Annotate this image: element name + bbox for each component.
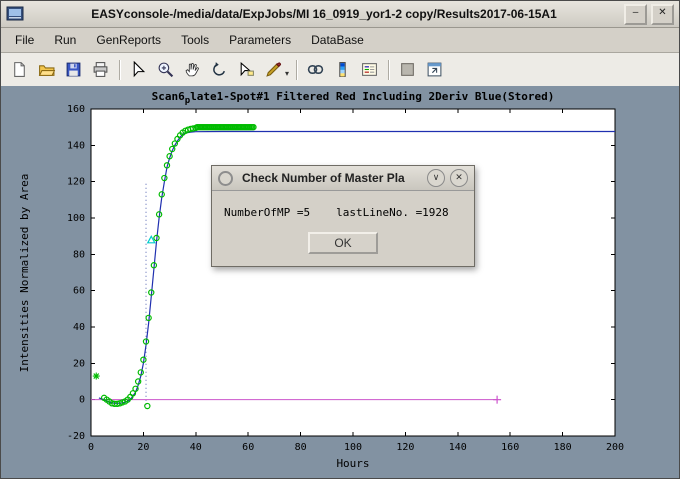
dialog-body: NumberOfMP =5 lastLineNo. =1928 OK <box>212 191 474 266</box>
dock-figure-icon[interactable] <box>421 56 448 83</box>
dialog-chevron-button[interactable]: ∨ <box>427 169 445 187</box>
svg-text:140: 140 <box>449 442 467 453</box>
window-title: EASYconsole-/media/data/ExpJobs/MI 16_09… <box>28 7 620 21</box>
dialog-app-icon <box>218 171 233 186</box>
dialog-titlebar[interactable]: Check Number of Master Pla ∨ ✕ <box>212 166 474 191</box>
svg-text:20: 20 <box>137 442 149 453</box>
svg-text:100: 100 <box>344 442 362 453</box>
svg-text:40: 40 <box>73 322 85 333</box>
shade-button[interactable]: – <box>624 4 647 25</box>
svg-text:180: 180 <box>554 442 572 453</box>
colorbar-icon[interactable] <box>329 56 356 83</box>
menu-item-run[interactable]: Run <box>44 30 86 50</box>
toolbar-separator <box>388 60 389 80</box>
menu-item-database[interactable]: DataBase <box>301 30 374 50</box>
svg-text:80: 80 <box>295 442 307 453</box>
plot-title: Scan6plate1-Spot#1 Filtered Red Includin… <box>91 90 615 106</box>
plot-canvas: 020406080100120140160180200-200204060801… <box>1 86 680 479</box>
dialog-close-button[interactable]: ✕ <box>450 169 468 187</box>
x-axis-label: Hours <box>91 457 615 470</box>
toolbar-separator <box>296 60 297 80</box>
app-window: EASYconsole-/media/data/ExpJobs/MI 16_09… <box>0 0 680 479</box>
toolbar-separator <box>119 60 120 80</box>
toolbar: ▾ <box>1 53 679 87</box>
dialog-title: Check Number of Master Pla <box>233 171 422 185</box>
svg-text:40: 40 <box>190 442 202 453</box>
svg-text:160: 160 <box>67 104 85 115</box>
brush-dropdown-arrow-icon[interactable]: ▾ <box>285 69 289 78</box>
hide-plot-tools-icon[interactable] <box>394 56 421 83</box>
svg-text:0: 0 <box>88 442 94 453</box>
svg-text:100: 100 <box>67 213 85 224</box>
check-number-dialog: Check Number of Master Pla ∨ ✕ NumberOfM… <box>211 165 475 267</box>
svg-text:0: 0 <box>79 395 85 406</box>
zoom-in-icon[interactable] <box>152 56 179 83</box>
y-axis-label: Intensities Normalized by Area <box>18 174 31 373</box>
menu-item-genreports[interactable]: GenReports <box>86 30 171 50</box>
svg-text:120: 120 <box>396 442 414 453</box>
svg-text:20: 20 <box>73 358 85 369</box>
pan-hand-icon[interactable] <box>179 56 206 83</box>
svg-text:140: 140 <box>67 140 85 151</box>
data-cursor-icon[interactable] <box>233 56 260 83</box>
menubar: FileRunGenReportsToolsParametersDataBase <box>1 28 679 53</box>
asterisk-marker <box>93 373 100 380</box>
edit-arrow-icon[interactable] <box>125 56 152 83</box>
save-icon[interactable] <box>60 56 87 83</box>
rotate-icon[interactable] <box>206 56 233 83</box>
svg-text:60: 60 <box>73 286 85 297</box>
svg-text:-20: -20 <box>67 431 85 442</box>
svg-text:160: 160 <box>501 442 519 453</box>
titlebar[interactable]: EASYconsole-/media/data/ExpJobs/MI 16_09… <box>1 1 679 28</box>
figure-area: 020406080100120140160180200-200204060801… <box>1 86 679 478</box>
link-plots-icon[interactable] <box>302 56 329 83</box>
legend-icon[interactable] <box>356 56 383 83</box>
ok-button[interactable]: OK <box>308 232 378 254</box>
dialog-field-numberofmp: NumberOfMP =5 <box>224 206 310 219</box>
print-icon[interactable] <box>87 56 114 83</box>
svg-text:200: 200 <box>606 442 624 453</box>
open-folder-icon[interactable] <box>33 56 60 83</box>
dialog-field-lastlineno: lastLineNo. =1928 <box>336 206 449 219</box>
svg-text:60: 60 <box>242 442 254 453</box>
app-icon <box>6 5 24 23</box>
menu-item-tools[interactable]: Tools <box>171 30 219 50</box>
close-button[interactable]: ✕ <box>651 4 674 25</box>
menu-item-file[interactable]: File <box>5 30 44 50</box>
svg-text:80: 80 <box>73 249 85 260</box>
menu-item-parameters[interactable]: Parameters <box>219 30 301 50</box>
new-file-icon[interactable] <box>6 56 33 83</box>
brush-icon[interactable] <box>260 56 287 83</box>
svg-text:120: 120 <box>67 177 85 188</box>
